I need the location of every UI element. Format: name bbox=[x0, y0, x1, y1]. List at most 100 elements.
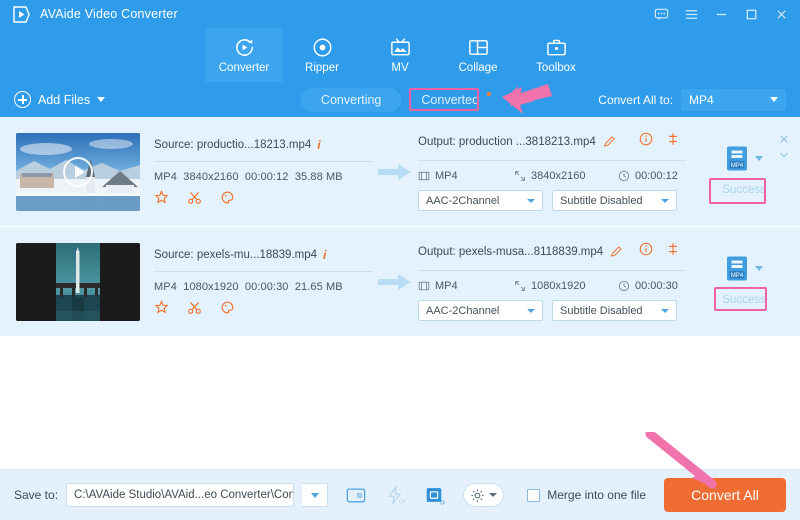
play-icon[interactable] bbox=[63, 157, 93, 187]
gpu-acceleration-button[interactable]: ON bbox=[423, 485, 445, 506]
divider bbox=[154, 161, 372, 162]
subtitle-track-select[interactable]: Subtitle Disabled bbox=[552, 300, 677, 321]
tab-toolbox[interactable]: Toolbox bbox=[517, 28, 595, 82]
tab-collage[interactable]: Collage bbox=[439, 28, 517, 82]
segment-converting[interactable]: Converting bbox=[301, 88, 401, 112]
merge-into-one-file-group[interactable]: Merge into one file bbox=[527, 488, 646, 502]
chevron-down-icon[interactable] bbox=[778, 149, 790, 161]
output-info: Output: pexels-musa...8118839.mp4 bbox=[418, 242, 686, 321]
output-format-picker[interactable]: MP4 bbox=[725, 255, 763, 282]
ripper-icon bbox=[311, 37, 334, 59]
close-icon[interactable] bbox=[766, 0, 796, 28]
tab-label: Ripper bbox=[305, 62, 339, 74]
status-filter-tabs: Converting Converted bbox=[301, 88, 499, 112]
source-info-icon[interactable]: i bbox=[323, 248, 326, 262]
chevron-down-icon[interactable] bbox=[755, 266, 763, 271]
save-path-dropdown[interactable] bbox=[302, 483, 328, 507]
subtitle-track-select[interactable]: Subtitle Disabled bbox=[552, 190, 677, 211]
rename-icon[interactable] bbox=[603, 135, 616, 148]
chevron-down-icon bbox=[527, 199, 535, 203]
source-resolution: 1080x1920 bbox=[183, 281, 238, 293]
save-to-group: Save to: C:\AVAide Studio\AVAid...eo Con… bbox=[0, 483, 504, 507]
avaide-logo-icon bbox=[12, 5, 31, 24]
output-format: MP4 bbox=[435, 280, 458, 292]
divider bbox=[154, 271, 372, 272]
save-path-input[interactable]: C:\AVAide Studio\AVAid...eo Converter\Co… bbox=[66, 483, 294, 507]
audio-track-select[interactable]: AAC-2Channel bbox=[418, 190, 543, 211]
menu-icon[interactable] bbox=[676, 0, 706, 28]
output-format-chunk: MP4 bbox=[418, 170, 514, 182]
hardware-acceleration-button[interactable]: Off bbox=[384, 485, 406, 506]
app-title: AVAide Video Converter bbox=[40, 7, 178, 21]
app-window: AVAide Video Converter bbox=[0, 0, 800, 520]
edit-icon[interactable] bbox=[220, 190, 235, 205]
file-list: Source: productio...18213.mp4 i MP4 3840… bbox=[0, 117, 800, 469]
chevron-down-icon bbox=[311, 493, 319, 498]
output-format-picker[interactable]: MP4 bbox=[725, 145, 763, 172]
table-row: Source: pexels-mu...18839.mp4 i MP4 1080… bbox=[0, 227, 800, 337]
minimize-icon[interactable] bbox=[706, 0, 736, 28]
table-row: Source: productio...18213.mp4 i MP4 3840… bbox=[0, 117, 800, 227]
source-info-icon[interactable]: i bbox=[317, 138, 320, 152]
clock-icon bbox=[618, 280, 630, 292]
svg-text:MP4: MP4 bbox=[731, 162, 744, 168]
chevron-down-icon bbox=[770, 97, 778, 102]
tab-mv[interactable]: MV bbox=[361, 28, 439, 82]
open-folder-button[interactable] bbox=[345, 485, 367, 505]
source-duration: 00:00:12 bbox=[245, 171, 289, 183]
output-info-icon[interactable] bbox=[639, 242, 653, 261]
source-metadata: MP4 3840x2160 00:00:12 35.88 MB bbox=[154, 171, 372, 183]
output-metadata: MP4 1080x1920 00:00:30 bbox=[418, 280, 686, 292]
source-duration: 00:00:30 bbox=[245, 281, 289, 293]
tab-label: Collage bbox=[459, 62, 498, 74]
resize-icon bbox=[514, 170, 526, 182]
add-files-button[interactable]: Add Files bbox=[0, 91, 105, 108]
audio-track-value: AAC-2Channel bbox=[426, 305, 499, 317]
output-filename-row: Output: pexels-musa...8118839.mp4 bbox=[418, 242, 686, 261]
output-info-icon[interactable] bbox=[639, 132, 653, 151]
track-selectors: AAC-2Channel Subtitle Disabled bbox=[418, 190, 686, 211]
title-bar: AVAide Video Converter bbox=[0, 0, 800, 28]
video-thumbnail[interactable] bbox=[16, 133, 140, 211]
output-resolution: 1080x1920 bbox=[531, 280, 585, 292]
enhance-icon[interactable] bbox=[154, 190, 169, 205]
settings-button[interactable] bbox=[463, 483, 504, 507]
output-metadata: MP4 3840x2160 00:00:12 bbox=[418, 170, 686, 182]
output-resolution: 3840x2160 bbox=[531, 170, 585, 182]
converter-icon bbox=[233, 37, 256, 59]
output-actions bbox=[639, 132, 686, 151]
convert-all-to-select[interactable]: MP4 bbox=[681, 89, 786, 111]
chevron-down-icon[interactable] bbox=[755, 156, 763, 161]
video-thumbnail[interactable] bbox=[16, 243, 140, 321]
chevron-down-icon[interactable] bbox=[97, 97, 105, 102]
tab-converter[interactable]: Converter bbox=[205, 28, 283, 82]
source-filename-row: Source: pexels-mu...18839.mp4 i bbox=[154, 248, 372, 262]
output-duration-chunk: 00:00:30 bbox=[618, 280, 678, 292]
maximize-icon[interactable] bbox=[736, 0, 766, 28]
clock-icon bbox=[618, 170, 630, 182]
film-icon bbox=[418, 280, 430, 292]
trim-icon[interactable] bbox=[187, 190, 202, 205]
convert-all-to-group: Convert All to: MP4 bbox=[598, 89, 800, 111]
segment-converted[interactable]: Converted bbox=[401, 88, 499, 112]
output-duration: 00:00:30 bbox=[635, 280, 678, 292]
edit-icon[interactable] bbox=[220, 300, 235, 315]
audio-track-select[interactable]: AAC-2Channel bbox=[418, 300, 543, 321]
enhance-icon[interactable] bbox=[154, 300, 169, 315]
convert-all-button[interactable]: Convert All bbox=[664, 478, 786, 512]
save-to-label: Save to: bbox=[14, 488, 58, 502]
remove-icon[interactable] bbox=[778, 133, 790, 145]
segment-label: Converted bbox=[421, 93, 479, 107]
collage-icon bbox=[467, 37, 490, 59]
row-controls bbox=[778, 133, 790, 161]
output-filename-row: Output: production ...3818213.mp4 bbox=[418, 132, 686, 151]
trim-icon[interactable] bbox=[187, 300, 202, 315]
settings-adjust-icon[interactable] bbox=[666, 132, 680, 151]
merge-checkbox[interactable] bbox=[527, 489, 540, 502]
feedback-icon[interactable] bbox=[646, 0, 676, 28]
tab-ripper[interactable]: Ripper bbox=[283, 28, 361, 82]
settings-adjust-icon[interactable] bbox=[666, 242, 680, 261]
output-resolution-chunk: 1080x1920 bbox=[514, 280, 618, 292]
rename-icon[interactable] bbox=[610, 245, 623, 258]
action-toolbar: Add Files Converting Converted Convert A… bbox=[0, 82, 800, 117]
